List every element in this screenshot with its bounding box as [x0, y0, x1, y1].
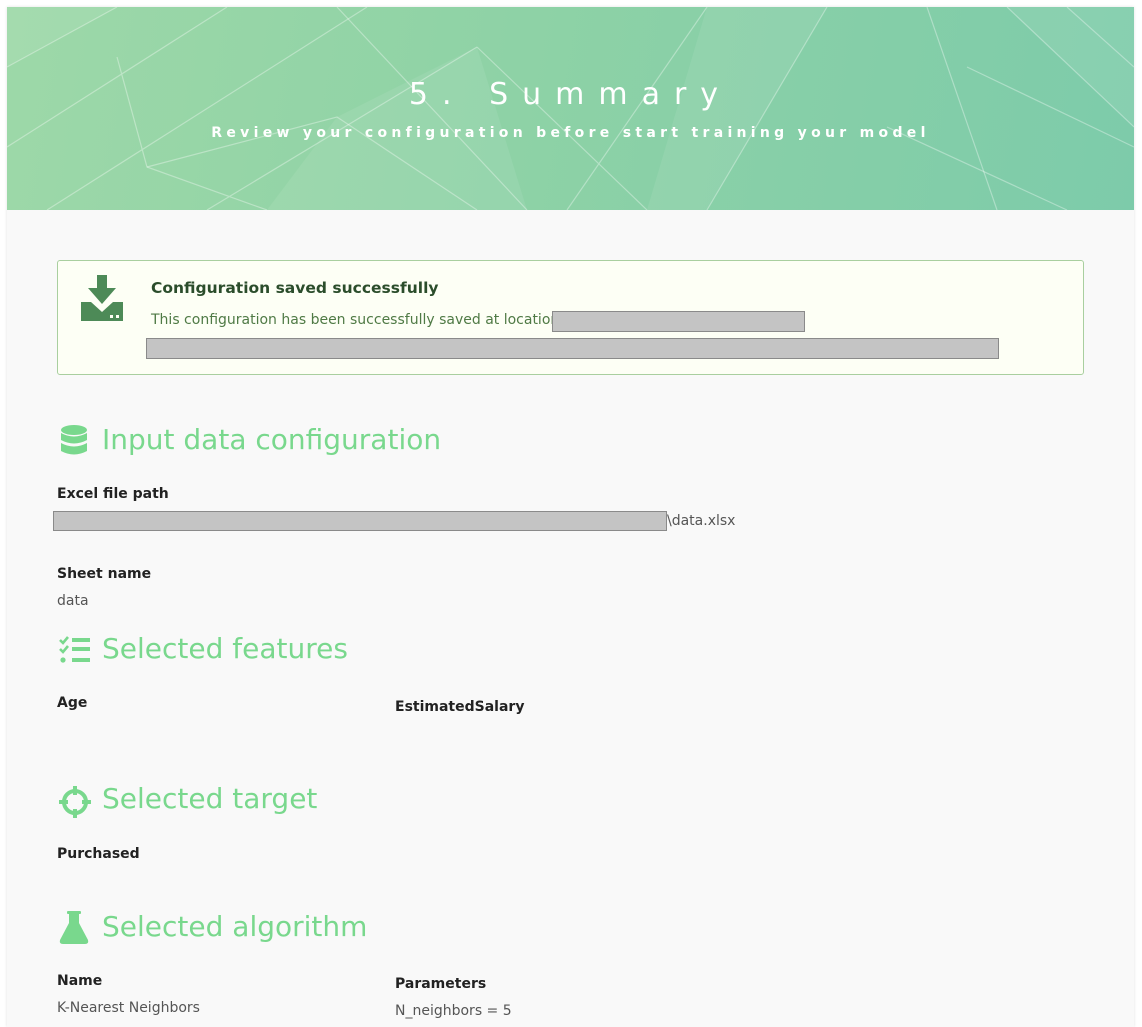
- section-title-input-data: Input data configuration: [102, 423, 442, 456]
- alert-title: Configuration saved successfully: [151, 279, 439, 297]
- checklist-icon: [59, 636, 90, 663]
- algorithm-params-label: Parameters: [395, 976, 487, 992]
- page-subtitle: Review your configuration before start t…: [211, 125, 930, 141]
- redacted-path-part-2: [146, 338, 999, 359]
- section-title-algorithm: Selected algorithm: [102, 910, 368, 943]
- algorithm-name-label: Name: [57, 973, 103, 989]
- algorithm-params-value: N_neighbors = 5: [395, 1003, 512, 1019]
- crosshair-icon: [59, 786, 91, 818]
- section-title-features: Selected features: [102, 632, 348, 665]
- algorithm-name-value: K-Nearest Neighbors: [57, 1000, 200, 1016]
- feature-item: EstimatedSalary: [395, 699, 525, 715]
- database-icon: [61, 425, 87, 455]
- section-title-target: Selected target: [102, 782, 318, 815]
- feature-item: Age: [57, 695, 88, 711]
- excel-path-value: \data.xlsx: [667, 513, 736, 529]
- summary-card: 5. Summary Review your configuration bef…: [7, 7, 1134, 1027]
- summary-header-banner: 5. Summary Review your configuration bef…: [7, 7, 1134, 210]
- target-value: Purchased: [57, 846, 140, 862]
- sheet-name-value: data: [57, 593, 89, 609]
- sheet-name-label: Sheet name: [57, 566, 152, 582]
- alert-message: This configuration has been successfully…: [151, 312, 560, 328]
- redacted-excel-path: [53, 511, 667, 531]
- redacted-path-part-1: [552, 311, 805, 332]
- page-title: 5. Summary: [408, 77, 733, 112]
- flask-icon: [59, 911, 89, 944]
- excel-path-label: Excel file path: [57, 486, 169, 502]
- download-icon: [81, 275, 123, 321]
- success-alert: Configuration saved successfully This co…: [57, 260, 1084, 375]
